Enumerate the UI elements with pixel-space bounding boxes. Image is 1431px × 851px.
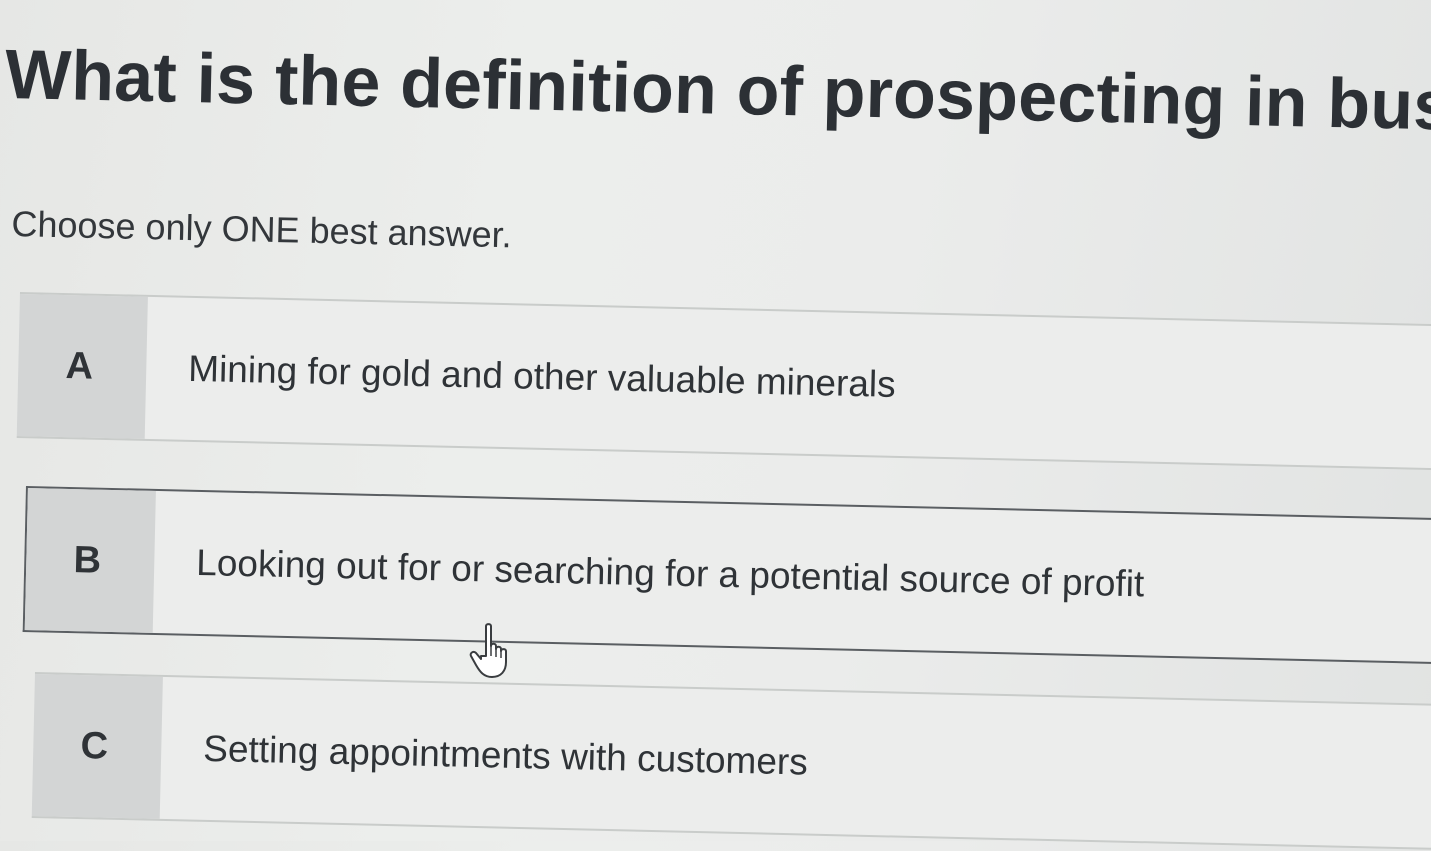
answer-option-c[interactable]: C Setting appointments with customers: [31, 672, 1431, 851]
option-letter: C: [80, 724, 109, 768]
option-text: Looking out for or searching for a poten…: [195, 541, 1145, 605]
hand-pointer-icon: [469, 623, 507, 678]
question-title: What is the definition of prospecting in…: [4, 34, 1431, 147]
option-letter-box: A: [16, 293, 148, 439]
option-letter: A: [65, 344, 94, 388]
option-text: Mining for gold and other valuable miner…: [187, 347, 897, 405]
option-letter-box: B: [24, 488, 156, 633]
option-letter: B: [73, 538, 102, 582]
question-instruction: Choose only ONE best answer.: [11, 203, 513, 256]
option-letter-box: C: [31, 673, 163, 819]
answer-option-a[interactable]: A Mining for gold and other valuable min…: [16, 292, 1431, 471]
answer-option-b[interactable]: B Looking out for or searching for a pot…: [22, 486, 1431, 665]
option-text: Setting appointments with customers: [202, 727, 809, 783]
